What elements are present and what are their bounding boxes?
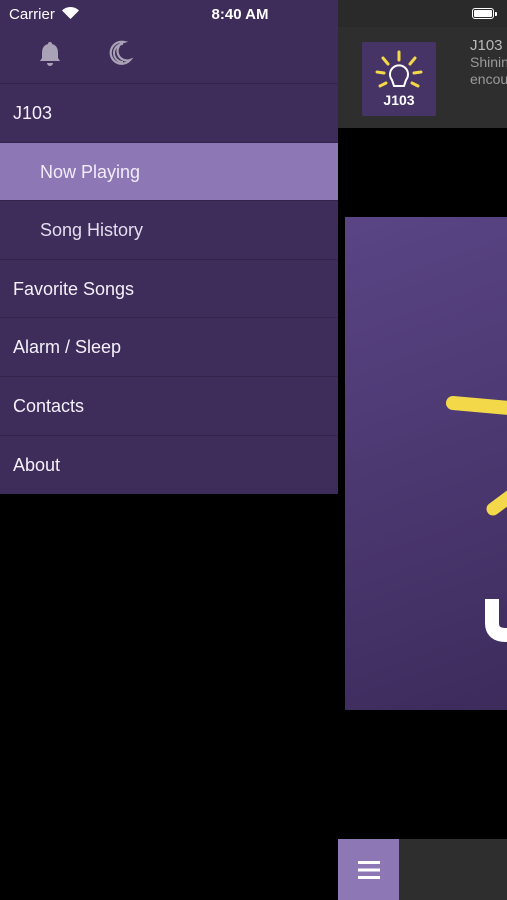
album-art xyxy=(345,217,507,710)
bell-icon[interactable] xyxy=(36,39,64,67)
menu-item-now-playing[interactable]: Now Playing xyxy=(0,142,338,202)
battery-icon xyxy=(472,8,497,19)
wifi-icon xyxy=(62,6,79,19)
status-bar: Carrier xyxy=(0,0,338,27)
carrier-label: Carrier xyxy=(9,6,55,23)
menu-item-favorite-songs[interactable]: Favorite Songs xyxy=(0,260,338,319)
menu-button[interactable] xyxy=(338,839,399,900)
navigation-drawer: Carrier J103 Now Playing Song History Fa… xyxy=(0,0,338,494)
logo-art xyxy=(446,396,507,642)
station-tagline-1: Shinin xyxy=(470,54,507,70)
menu-item-song-history[interactable]: Song History xyxy=(0,201,338,260)
lightbulb-icon: J103 xyxy=(375,50,423,108)
drawer-icon-row xyxy=(0,27,338,84)
logo-text: J103 xyxy=(383,92,414,108)
menu-item-contacts[interactable]: Contacts xyxy=(0,377,338,436)
hamburger-icon xyxy=(357,860,380,879)
moon-icon[interactable] xyxy=(106,39,134,67)
menu-item-about[interactable]: About xyxy=(0,436,338,495)
drawer-menu: J103 Now Playing Song History Favorite S… xyxy=(0,84,338,494)
menu-item-j103[interactable]: J103 xyxy=(0,84,338,143)
station-logo: J103 xyxy=(362,42,436,116)
station-name: J103 xyxy=(470,37,503,54)
station-tagline-2: encou xyxy=(470,71,507,87)
bottom-toolbar xyxy=(338,839,507,900)
station-info: J103 Shinin encou xyxy=(470,37,507,88)
menu-item-alarm-sleep[interactable]: Alarm / Sleep xyxy=(0,318,338,377)
status-bar-right xyxy=(338,0,507,27)
now-playing-screen: J103 J103 Shinin encou xyxy=(338,0,507,900)
station-header: J103 J103 Shinin encou xyxy=(338,27,507,128)
